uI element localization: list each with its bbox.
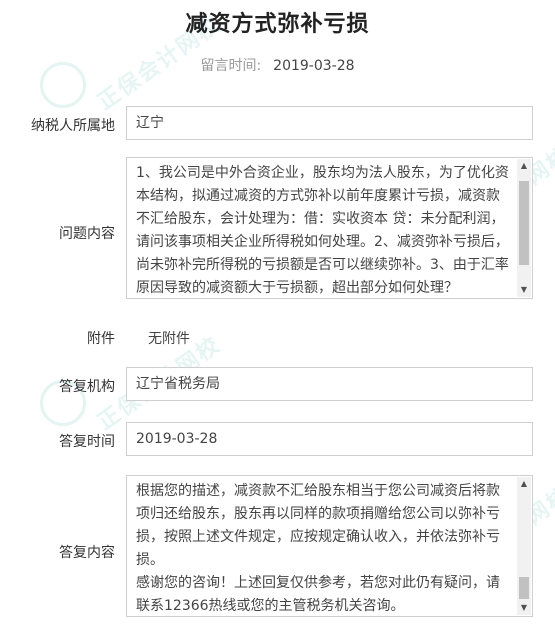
message-time-value: 2019-03-28 [273,58,355,74]
attachment-value: 无附件 [148,331,190,347]
question-label: 问题内容 [59,226,115,242]
reply-time-label: 答复时间 [59,434,115,450]
reply-org-label: 答复机构 [59,379,115,395]
reply-scroll-thumb[interactable] [519,577,529,599]
message-time: 留言时间: 2019-03-28 [0,55,555,75]
reply-content-textarea[interactable]: 根据您的描述，减资款不汇给股东相当于您公司减资后将款项归还给股东，股东再以同样的… [126,475,533,617]
question-textarea[interactable]: 1、我公司是中外合资企业，股东均为法人股东，为了优化资本结构，拟通过减资的方式弥… [126,157,533,299]
taxpayer-location-field[interactable]: 辽宁 [126,106,533,140]
scroll-down-icon[interactable]: ▼ [517,601,531,615]
question-scrollbar[interactable]: ▲ ▼ [517,159,531,297]
question-scroll-thumb[interactable] [519,181,529,265]
page-title: 减资方式弥补亏损 [185,12,370,37]
reply-scrollbar[interactable]: ▲ ▼ [517,477,531,615]
attachment-label: 附件 [87,331,115,347]
scroll-down-icon[interactable]: ▼ [517,283,531,297]
scroll-up-icon[interactable]: ▲ [517,477,531,491]
taxpayer-location-label: 纳税人所属地 [31,118,115,134]
reply-content-label: 答复内容 [59,545,115,561]
reply-content-text: 根据您的描述，减资款不汇给股东相当于您公司减资后将款项归还给股东，股东再以同样的… [136,483,500,614]
reply-org-field[interactable]: 辽宁省税务局 [126,367,533,401]
scroll-up-icon[interactable]: ▲ [517,159,531,173]
reply-time-field[interactable]: 2019-03-28 [126,422,533,456]
message-time-label: 留言时间: [200,58,262,74]
question-text: 1、我公司是中外合资企业，股东均为法人股东，为了优化资本结构，拟通过减资的方式弥… [136,165,509,296]
